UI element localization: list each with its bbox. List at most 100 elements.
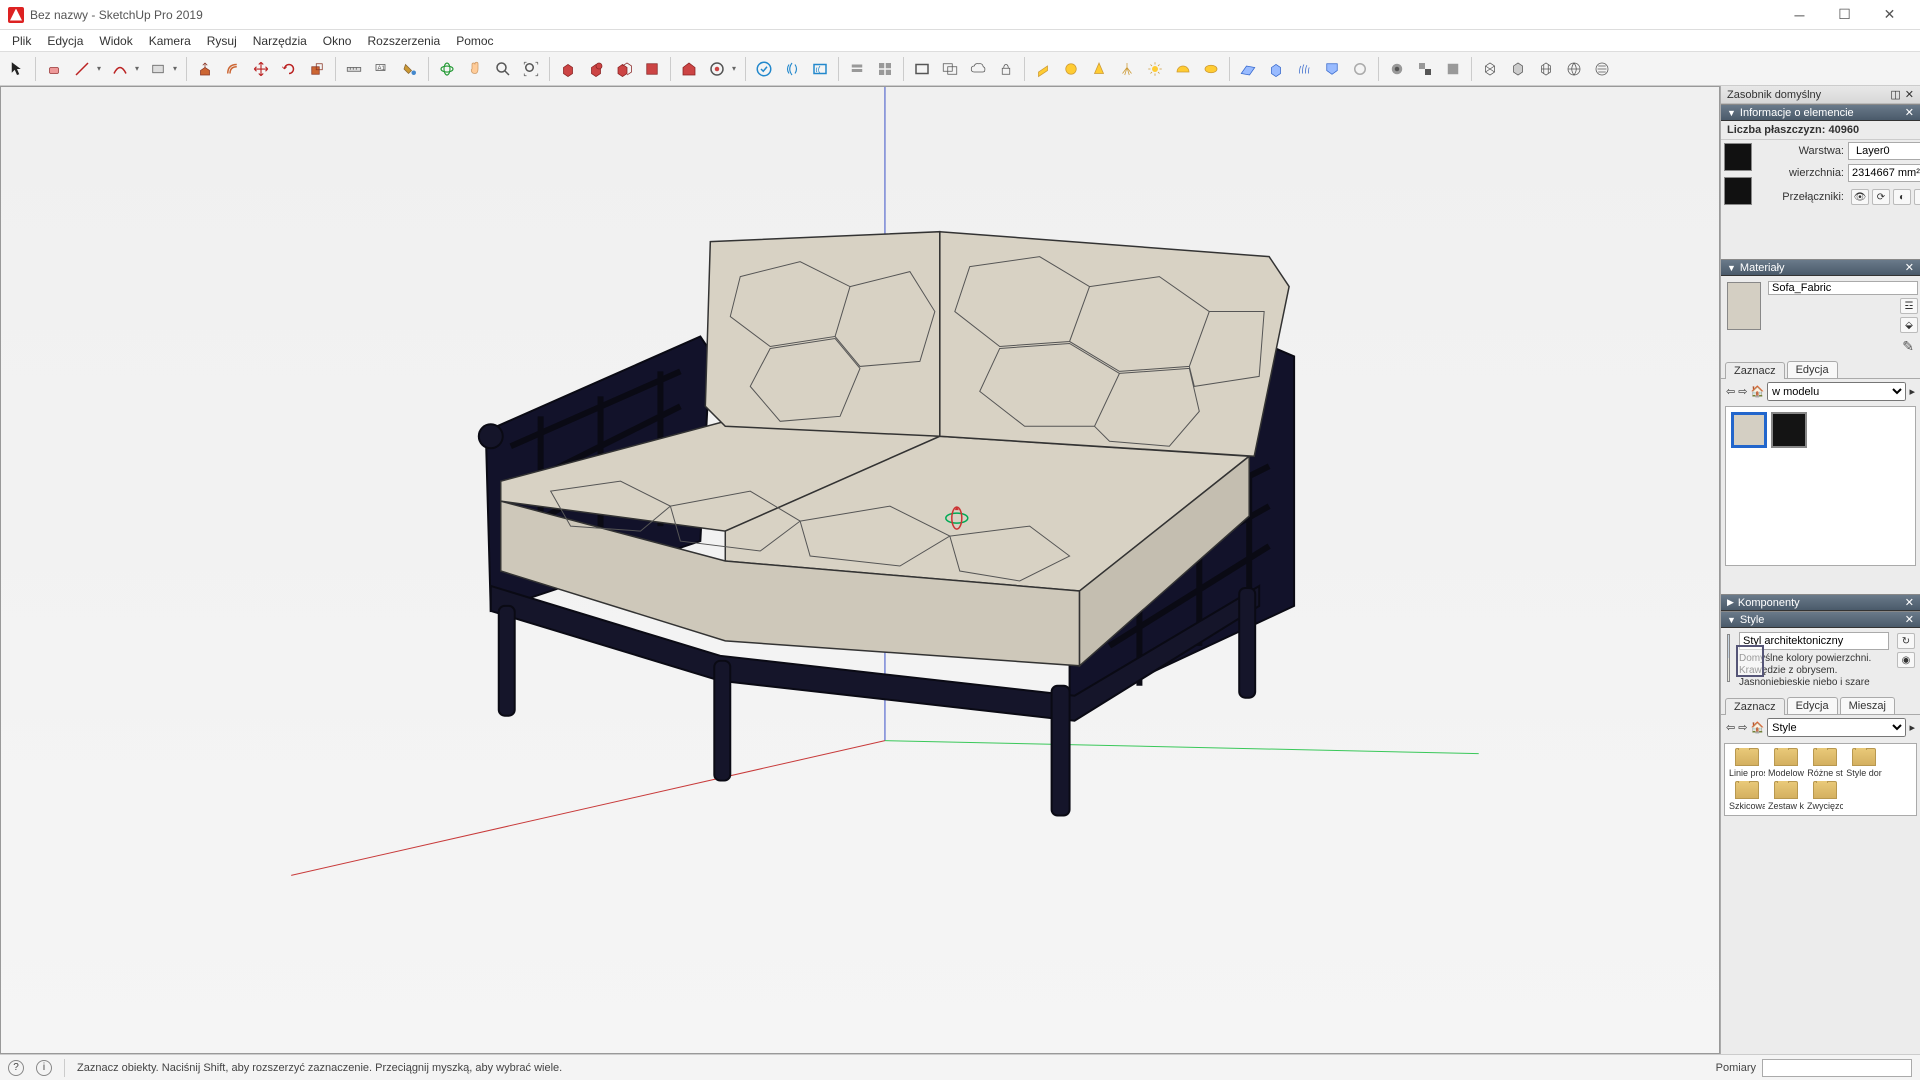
vray-cloud[interactable]	[965, 56, 991, 82]
vray-frame[interactable]	[909, 56, 935, 82]
style-folder[interactable]: Style dor	[1846, 748, 1882, 778]
pan-tool[interactable]	[462, 56, 488, 82]
style-create-button[interactable]: ◉	[1897, 652, 1915, 668]
vray-frame2[interactable]	[937, 56, 963, 82]
panel-close-icon[interactable]: ✕	[1905, 261, 1914, 274]
styles-tab-edit[interactable]: Edycja	[1787, 697, 1838, 714]
menu-ext[interactable]: Rozszerzenia	[359, 32, 448, 50]
vmesh-4[interactable]	[1561, 56, 1587, 82]
vutil-3[interactable]	[1440, 56, 1466, 82]
material-swatch[interactable]	[1771, 412, 1807, 448]
vobj-displace[interactable]	[1347, 56, 1373, 82]
vobj-fur[interactable]	[1291, 56, 1317, 82]
vlight-plane[interactable]	[1030, 56, 1056, 82]
panel-close-icon[interactable]: ✕	[1905, 596, 1914, 609]
panel-components[interactable]: ▶ Komponenty ✕	[1721, 594, 1920, 611]
nav-back-icon[interactable]: ⇦	[1726, 721, 1735, 734]
extension-tool[interactable]	[704, 56, 730, 82]
details-icon[interactable]: ▸	[1909, 721, 1915, 734]
viewport[interactable]	[0, 86, 1720, 1054]
menu-camera[interactable]: Kamera	[141, 32, 199, 50]
menu-edit[interactable]: Edycja	[39, 32, 91, 50]
materials-tab-edit[interactable]: Edycja	[1787, 361, 1838, 378]
vlight-mesh[interactable]	[1198, 56, 1224, 82]
nav-back-icon[interactable]: ⇦	[1726, 385, 1735, 398]
material-scope-select[interactable]: w modelu	[1767, 382, 1906, 401]
solid-tool3[interactable]	[611, 56, 637, 82]
vutil-2[interactable]	[1412, 56, 1438, 82]
style-folder[interactable]: Modelow	[1768, 748, 1804, 778]
rotate-tool[interactable]	[276, 56, 302, 82]
vobj-plane[interactable]	[1235, 56, 1261, 82]
toggle-lock[interactable]: ⟳	[1872, 189, 1890, 205]
panel-close-icon[interactable]: ✕	[1905, 106, 1914, 119]
dropdown-icon[interactable]: ▾	[97, 64, 105, 73]
help-icon[interactable]: ?	[8, 1060, 24, 1076]
panel-styles[interactable]: ▼ Style ✕	[1721, 611, 1920, 628]
dropdown-icon[interactable]: ▾	[173, 64, 181, 73]
vobj-clipper[interactable]	[1319, 56, 1345, 82]
vlight-omni[interactable]	[1142, 56, 1168, 82]
sample-material-button[interactable]: ⬙	[1900, 317, 1918, 333]
solid-tool4[interactable]	[639, 56, 665, 82]
menu-tools[interactable]: Narzędzia	[245, 32, 315, 50]
dropdown-icon[interactable]: ▾	[135, 64, 143, 73]
styles-tab-select[interactable]: Zaznacz	[1725, 698, 1785, 715]
vmesh-5[interactable]	[1589, 56, 1615, 82]
eyedropper-icon[interactable]: ✎	[1902, 338, 1914, 354]
menu-draw[interactable]: Rysuj	[199, 32, 245, 50]
measurements-input[interactable]	[1762, 1059, 1912, 1077]
vmesh-2[interactable]	[1505, 56, 1531, 82]
vmesh-3[interactable]	[1533, 56, 1559, 82]
front-material-swatch[interactable]	[1724, 143, 1752, 171]
vray-interactive[interactable]	[779, 56, 805, 82]
styles-tab-mix[interactable]: Mieszaj	[1840, 697, 1895, 714]
tray-close-icon[interactable]: ✕	[1905, 88, 1914, 101]
details-icon[interactable]: ▸	[1909, 385, 1915, 398]
vmesh-1[interactable]	[1477, 56, 1503, 82]
pushpull-tool[interactable]	[192, 56, 218, 82]
style-folder[interactable]: Zestaw k	[1768, 781, 1804, 811]
vray-render[interactable]	[751, 56, 777, 82]
menu-file[interactable]: Plik	[4, 32, 39, 50]
style-folder[interactable]: Różne st	[1807, 748, 1843, 778]
layer-select[interactable]: Layer0	[1848, 142, 1920, 160]
scale-tool[interactable]	[304, 56, 330, 82]
vray-viewport[interactable]	[807, 56, 833, 82]
vlight-spot[interactable]	[1086, 56, 1112, 82]
vlight-dome[interactable]	[1170, 56, 1196, 82]
nav-fwd-icon[interactable]: ⇨	[1738, 385, 1747, 398]
vray-settings[interactable]	[844, 56, 870, 82]
menu-view[interactable]: Widok	[91, 32, 140, 50]
offset-tool[interactable]	[220, 56, 246, 82]
material-name-input[interactable]	[1768, 281, 1918, 295]
warehouse-tool[interactable]	[676, 56, 702, 82]
panel-close-icon[interactable]: ✕	[1905, 613, 1914, 626]
text-tool[interactable]: A1	[369, 56, 395, 82]
line-tool[interactable]	[69, 56, 95, 82]
create-material-button[interactable]: ☲	[1900, 298, 1918, 314]
move-tool[interactable]	[248, 56, 274, 82]
materials-tab-select[interactable]: Zaznacz	[1725, 362, 1785, 379]
rectangle-tool[interactable]	[145, 56, 171, 82]
orbit-tool[interactable]	[434, 56, 460, 82]
nav-home-icon[interactable]: 🏠	[1750, 721, 1764, 734]
style-folder[interactable]: Szkicowa	[1729, 781, 1765, 811]
panel-materials[interactable]: ▼ Materiały ✕	[1721, 259, 1920, 276]
eraser-tool[interactable]	[41, 56, 67, 82]
back-material-swatch[interactable]	[1724, 177, 1752, 205]
nav-home-icon[interactable]: 🏠	[1750, 385, 1764, 398]
zoom-tool[interactable]	[490, 56, 516, 82]
info-icon[interactable]: i	[36, 1060, 52, 1076]
vray-lock[interactable]	[993, 56, 1019, 82]
material-swatch[interactable]	[1731, 412, 1767, 448]
toggle-shadow[interactable]: ◐	[1893, 189, 1911, 205]
nav-fwd-icon[interactable]: ⇨	[1738, 721, 1747, 734]
maximize-button[interactable]: ☐	[1822, 0, 1867, 30]
material-preview[interactable]	[1727, 282, 1761, 330]
vobj-proxy[interactable]	[1263, 56, 1289, 82]
vutil-1[interactable]	[1384, 56, 1410, 82]
dropdown-icon[interactable]: ▾	[732, 64, 740, 73]
style-folder[interactable]: Linie pros	[1729, 748, 1765, 778]
vlight-ies[interactable]	[1114, 56, 1140, 82]
